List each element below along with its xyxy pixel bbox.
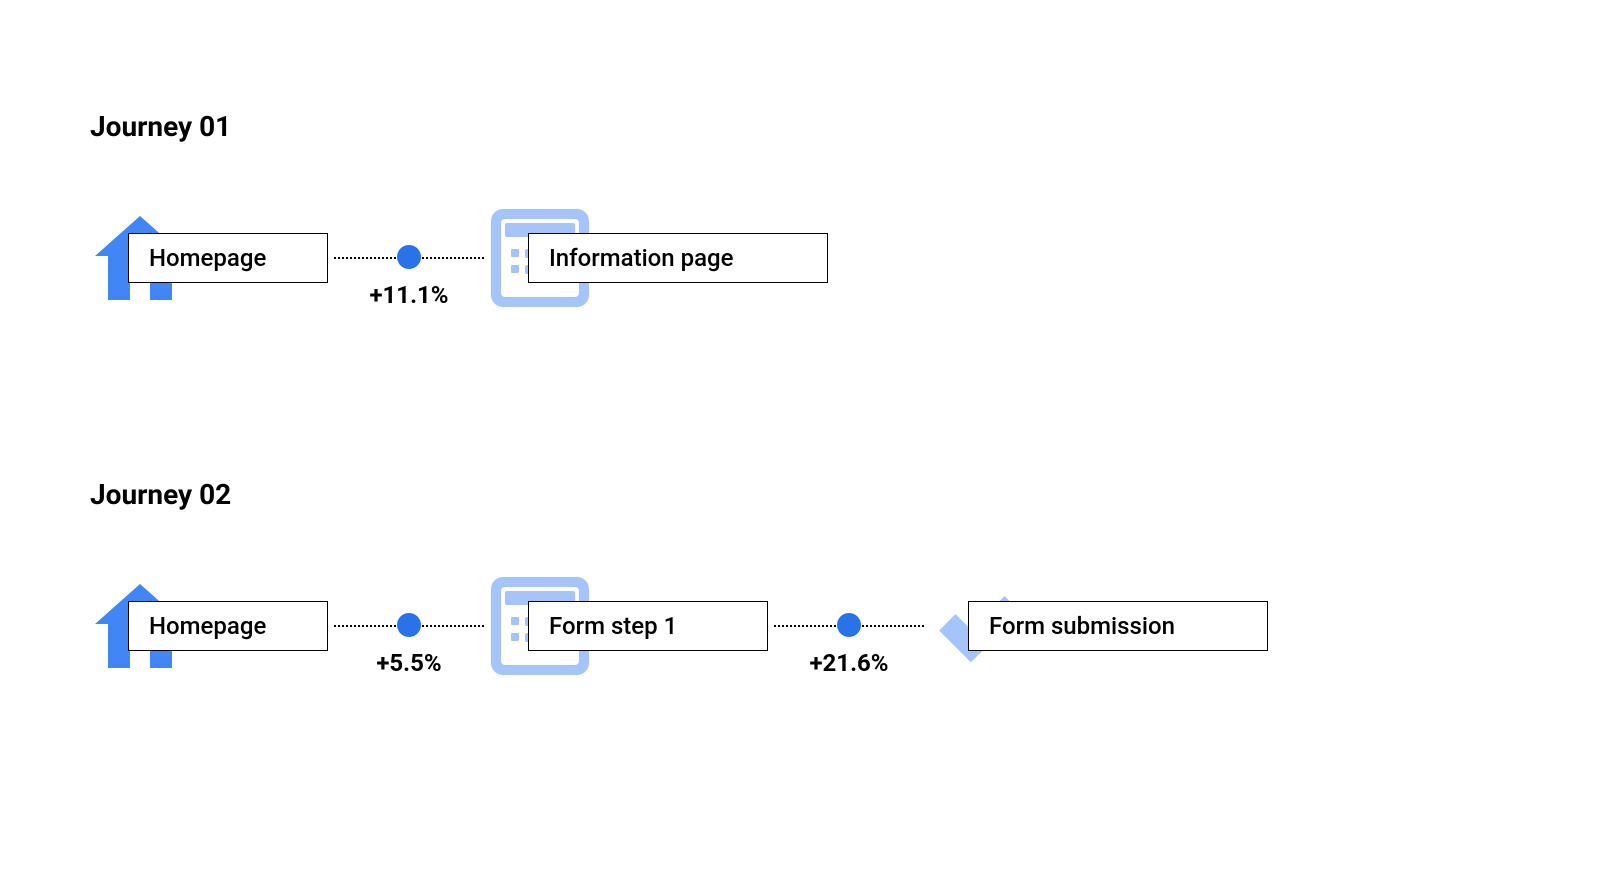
connector-percent: +11.1%: [369, 281, 448, 309]
step-information-page: Information page: [490, 209, 828, 307]
connector-dot-icon: [397, 245, 421, 269]
step-label: Form submission: [968, 601, 1268, 651]
step-homepage: Homepage: [90, 576, 328, 676]
step-label: Information page: [528, 233, 828, 283]
step-form-step-1: Form step 1: [490, 577, 768, 675]
journey-title: Journey 02: [90, 478, 1511, 511]
connector: +11.1%: [334, 257, 484, 259]
step-label: Homepage: [128, 233, 328, 283]
step-form-submission: Form submission: [930, 576, 1268, 676]
journey-row: Homepage +11.1% Information page: [90, 208, 1511, 308]
connector: +21.6%: [774, 625, 924, 627]
connector-percent: +5.5%: [376, 649, 441, 677]
step-label: Homepage: [128, 601, 328, 651]
step-label: Form step 1: [528, 601, 768, 651]
connector: +5.5%: [334, 625, 484, 627]
journey-row: Homepage +5.5% Form step 1: [90, 576, 1511, 676]
connector-dot-icon: [397, 613, 421, 637]
connector-percent: +21.6%: [809, 649, 888, 677]
journey-title: Journey 01: [90, 110, 1511, 143]
journey-01: Journey 01 Homepage +11.1%: [90, 110, 1511, 308]
step-homepage: Homepage: [90, 208, 328, 308]
journey-02: Journey 02 Homepage +5.5%: [90, 478, 1511, 676]
connector-dot-icon: [837, 613, 861, 637]
